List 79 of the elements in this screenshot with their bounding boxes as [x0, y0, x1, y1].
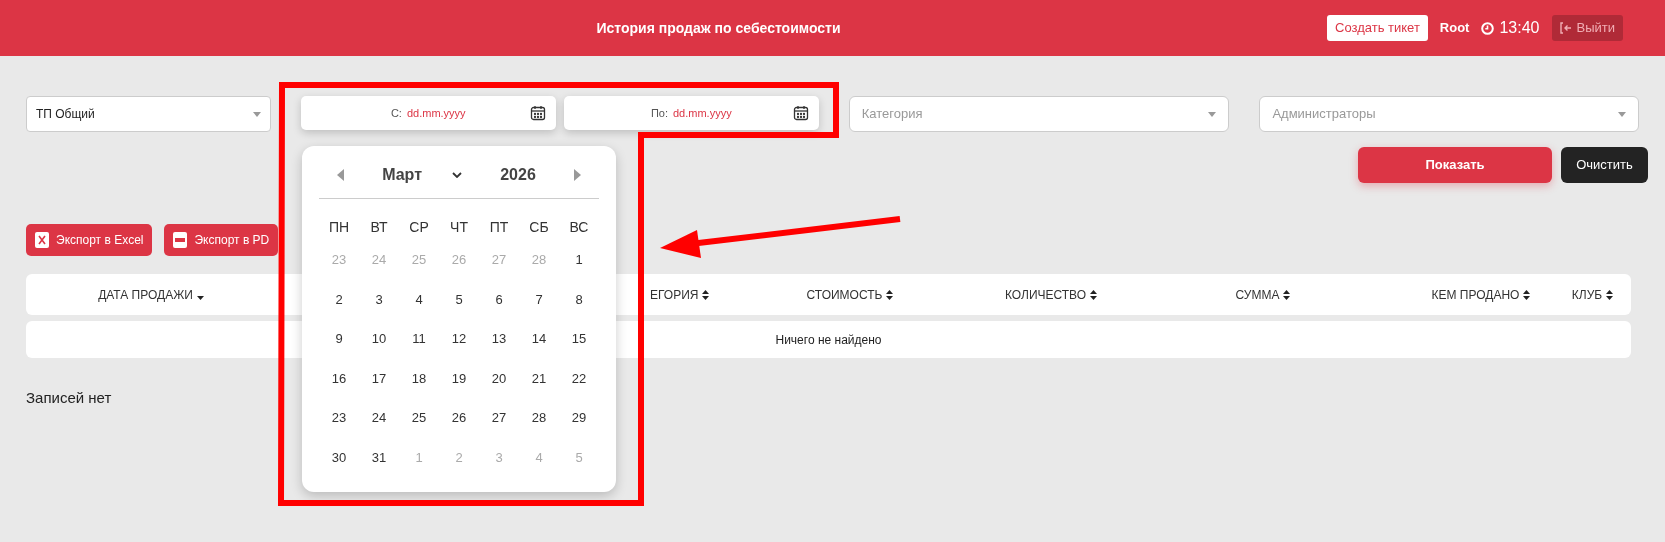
- clear-button[interactable]: Очистить: [1561, 147, 1648, 183]
- export-button[interactable]: Экспорт в Excel: [26, 224, 153, 256]
- calendar-day[interactable]: 20: [491, 368, 507, 388]
- calendar-day[interactable]: 28: [531, 408, 547, 428]
- calendar-day[interactable]: 7: [535, 289, 543, 309]
- weekday-label: ВТ: [370, 217, 388, 237]
- calendar-icon[interactable]: [792, 105, 809, 121]
- page-title: История продаж по себестоимости: [596, 18, 841, 38]
- clock-time: 13:40: [1499, 18, 1540, 38]
- sort-icon[interactable]: [886, 289, 894, 300]
- year-label: 2026: [500, 165, 536, 185]
- weekday-label: ЧТ: [450, 217, 468, 237]
- calendar-icon[interactable]: [529, 105, 546, 121]
- column-header[interactable]: ДАТА ПРОДАЖИ: [98, 285, 204, 304]
- sort-icon[interactable]: [702, 289, 710, 300]
- no-records-text: Записей нет: [26, 389, 112, 406]
- weekday-label: ВС: [569, 217, 589, 237]
- weekday-label: СБ: [529, 217, 549, 237]
- calendar-day[interactable]: 11: [412, 329, 426, 349]
- column-header[interactable]: ЕГОРИЯ: [650, 285, 710, 304]
- caret-icon: [1618, 111, 1626, 117]
- logout-button[interactable]: Выйти: [1551, 15, 1623, 41]
- calendar-day[interactable]: 15: [571, 329, 587, 349]
- weekday-label: СР: [409, 217, 429, 237]
- previous-month-icon[interactable]: [337, 169, 344, 181]
- excel-file-icon: [35, 232, 49, 248]
- sort-icon[interactable]: [1523, 289, 1531, 300]
- caret-icon: [1208, 111, 1217, 117]
- calendar-day[interactable]: 29: [571, 408, 587, 428]
- create-ticket-button[interactable]: Создать тикет: [1327, 15, 1428, 41]
- month-select[interactable]: Март: [382, 163, 462, 187]
- calendar-day[interactable]: 2: [335, 289, 343, 309]
- calendar-day[interactable]: 24: [371, 408, 387, 428]
- calendar-day[interactable]: 13: [491, 329, 507, 349]
- calendar-day[interactable]: 6: [495, 289, 503, 309]
- caret-icon: [252, 111, 261, 117]
- calendar-day[interactable]: 10: [371, 329, 387, 349]
- date-input-field[interactable]: С: dd.mm.yyyy: [300, 96, 556, 130]
- next-month-icon[interactable]: [574, 169, 581, 181]
- calendar-day[interactable]: 3: [375, 289, 383, 309]
- calendar-day[interactable]: 4: [415, 289, 423, 309]
- column-header[interactable]: КОЛИЧЕСТВО: [1004, 285, 1098, 304]
- calendar-day[interactable]: 23: [331, 408, 347, 428]
- calendar-day[interactable]: 31: [371, 447, 387, 467]
- user-name: Root: [1439, 19, 1470, 38]
- weekday-label: ПН: [328, 217, 350, 237]
- show-button[interactable]: Показать: [1358, 147, 1552, 183]
- calendar-day[interactable]: 19: [451, 368, 467, 388]
- calendar-day[interactable]: 25: [411, 408, 427, 428]
- pdf-file-icon: [173, 232, 188, 248]
- calendar-day[interactable]: 14: [531, 329, 547, 349]
- column-header[interactable]: КЛУБ: [1571, 285, 1614, 304]
- column-header[interactable]: СУММА: [1235, 285, 1291, 304]
- clock-icon: [1481, 21, 1495, 35]
- calendar-day[interactable]: 5: [455, 289, 463, 309]
- calendar-day[interactable]: 21: [531, 368, 547, 388]
- weekday-label: ПТ: [489, 217, 509, 237]
- calendar-day[interactable]: 27: [491, 408, 507, 428]
- calendar-day[interactable]: 16: [331, 368, 347, 388]
- empty-table-message: Ничего не найдено: [775, 331, 882, 349]
- sort-icon[interactable]: [1090, 289, 1098, 300]
- calendar-day[interactable]: 30: [331, 447, 347, 467]
- sort-icon[interactable]: [1606, 289, 1614, 300]
- chevron-down-icon: [452, 172, 462, 178]
- sort-icon[interactable]: [1283, 289, 1291, 300]
- column-header[interactable]: СТОИМОСТЬ: [806, 285, 894, 304]
- column-header[interactable]: КЕМ ПРОДАНО: [1431, 285, 1531, 304]
- calendar-day[interactable]: 18: [411, 368, 427, 388]
- export-button[interactable]: Экспорт в PD: [164, 224, 279, 256]
- logout-icon: [1559, 22, 1572, 34]
- calendar-day[interactable]: 17: [371, 368, 387, 388]
- calendar-day[interactable]: 22: [571, 368, 587, 388]
- calendar-day[interactable]: 1: [575, 250, 583, 270]
- calendar-day[interactable]: 8: [575, 289, 583, 309]
- date-input-field[interactable]: По: dd.mm.yyyy: [563, 96, 819, 130]
- calendar-day[interactable]: 9: [335, 329, 343, 349]
- club-select[interactable]: ТП Общий: [26, 96, 271, 132]
- calendar-day[interactable]: 12: [451, 329, 467, 349]
- calendar-day[interactable]: 26: [451, 408, 467, 428]
